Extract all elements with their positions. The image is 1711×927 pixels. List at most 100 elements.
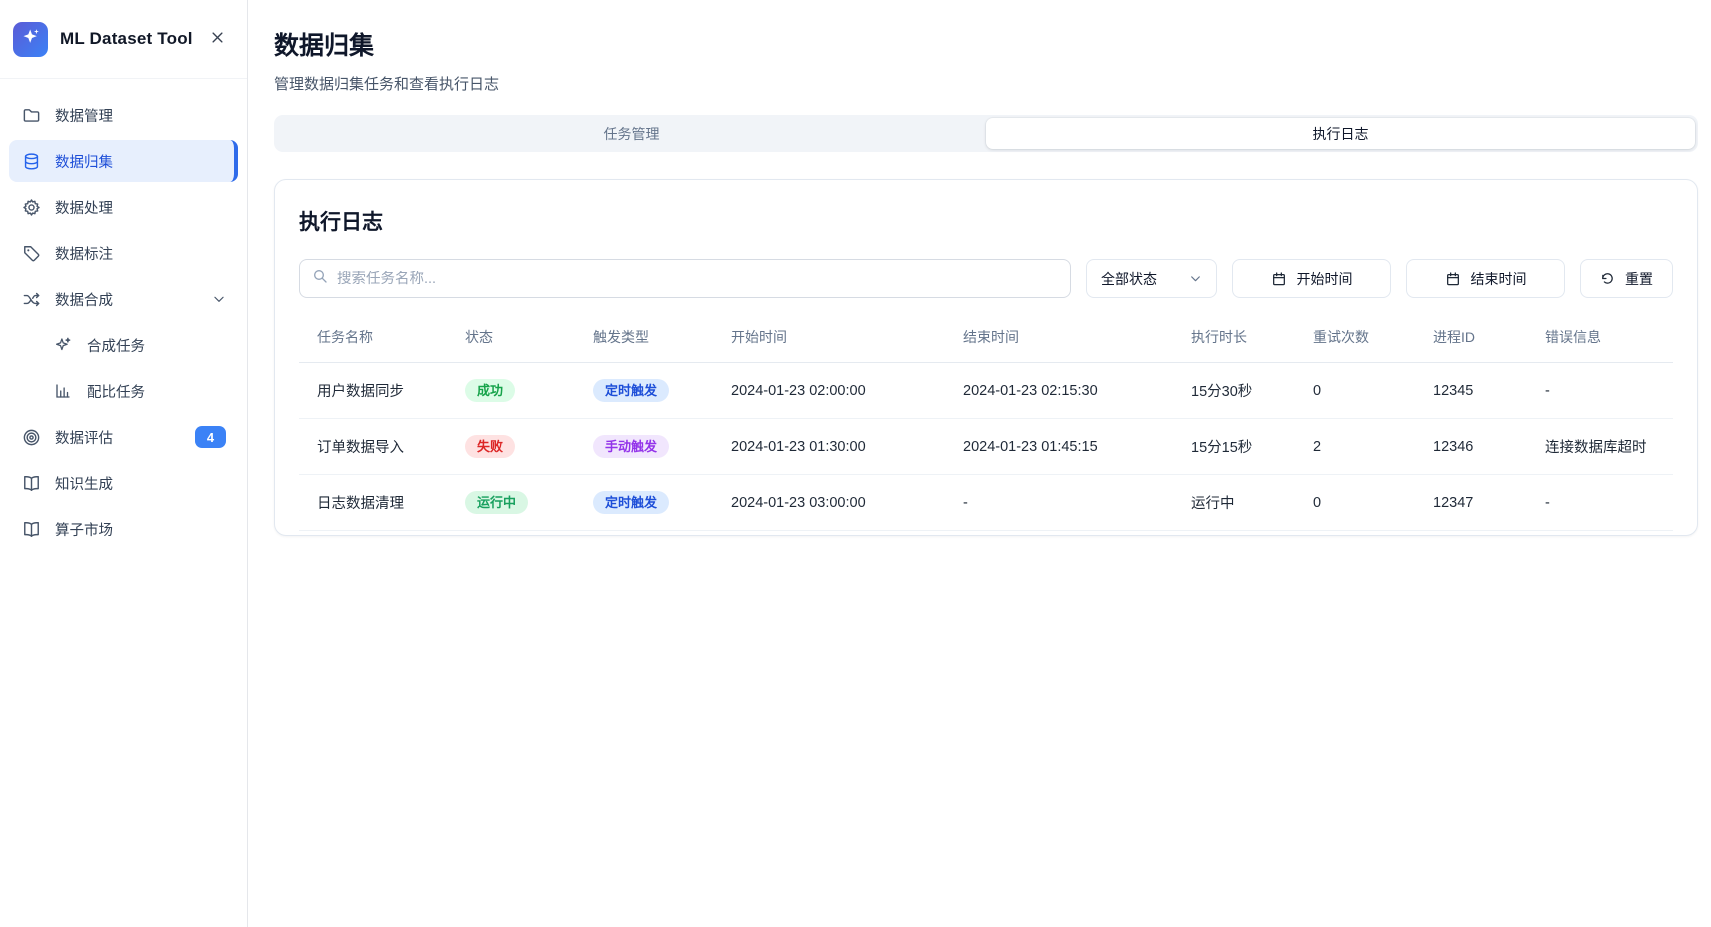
sidebar-item-data-synthesis[interactable]: 数据合成 — [9, 278, 238, 320]
task-name-cell: 用户数据同步 — [299, 363, 457, 419]
reset-button[interactable]: 重置 — [1580, 259, 1673, 298]
duration-cell: 运行中 — [1183, 475, 1305, 531]
status-filter-value: 全部状态 — [1101, 269, 1157, 289]
column-header-retries: 重试次数 — [1305, 319, 1425, 363]
folder-icon — [21, 105, 41, 125]
sidebar-item-knowledge-generation[interactable]: 知识生成 — [9, 462, 238, 504]
sidebar-item-label: 数据管理 — [55, 105, 226, 126]
sidebar-item-label: 配比任务 — [87, 381, 226, 402]
sidebar-item-label: 数据评估 — [55, 427, 195, 448]
main-content: 数据归集 管理数据归集任务和查看执行日志 任务管理 执行日志 执行日志 全部状态 — [248, 0, 1711, 927]
task-name-cell: 日志数据清理 — [299, 475, 457, 531]
status-badge: 运行中 — [465, 491, 528, 514]
filter-bar: 全部状态 开始时间 结束时间 — [299, 259, 1673, 298]
tab-bar: 任务管理 执行日志 — [274, 115, 1698, 152]
end-time-button[interactable]: 结束时间 — [1406, 259, 1565, 298]
column-header-duration: 执行时长 — [1183, 319, 1305, 363]
sidebar-item-data-annotation[interactable]: 数据标注 — [9, 232, 238, 274]
search-box — [299, 259, 1071, 298]
sidebar-header: ML Dataset Tool — [0, 0, 247, 79]
sidebar-item-data-evaluation[interactable]: 数据评估 4 — [9, 416, 238, 458]
error-message-cell: - — [1537, 475, 1673, 531]
sparkles-logo-icon — [21, 27, 41, 52]
start-time-cell: 2024-01-23 01:30:00 — [723, 419, 955, 475]
sidebar-item-label: 数据处理 — [55, 197, 226, 218]
sidebar: ML Dataset Tool 数据管理 数据归集 数据处理 — [0, 0, 248, 927]
reset-label: 重置 — [1625, 269, 1653, 289]
error-message-cell: - — [1537, 363, 1673, 419]
column-header-task-name: 任务名称 — [299, 319, 457, 363]
page-title: 数据归集 — [274, 26, 1698, 62]
column-header-end-time: 结束时间 — [955, 319, 1183, 363]
task-name-cell: 订单数据导入 — [299, 419, 457, 475]
sidebar-item-label: 数据标注 — [55, 243, 226, 264]
sidebar-item-ratio-tasks[interactable]: 配比任务 — [9, 370, 238, 412]
book-icon — [21, 519, 41, 539]
column-header-status: 状态 — [457, 319, 585, 363]
sidebar-item-label: 数据合成 — [55, 289, 212, 310]
column-header-error: 错误信息 — [1537, 319, 1673, 363]
app-logo — [13, 22, 48, 57]
pid-cell: 12346 — [1425, 419, 1537, 475]
search-input[interactable] — [337, 271, 1058, 287]
chevron-down-icon — [212, 292, 226, 306]
pid-cell: 12345 — [1425, 363, 1537, 419]
status-badge: 成功 — [465, 379, 515, 402]
start-time-cell: 2024-01-23 03:00:00 — [723, 475, 955, 531]
pid-cell: 12347 — [1425, 475, 1537, 531]
sidebar-item-label: 数据归集 — [55, 151, 222, 172]
sidebar-item-data-management[interactable]: 数据管理 — [9, 94, 238, 136]
table-row: 用户数据同步 成功 定时触发 2024-01-23 02:00:00 2024-… — [299, 363, 1673, 419]
target-icon — [21, 427, 41, 447]
end-time-cell: 2024-01-23 01:45:15 — [955, 419, 1183, 475]
database-icon — [21, 151, 41, 171]
sidebar-item-data-processing[interactable]: 数据处理 — [9, 186, 238, 228]
app-title: ML Dataset Tool — [60, 29, 205, 49]
column-header-pid: 进程ID — [1425, 319, 1537, 363]
retries-cell: 0 — [1305, 363, 1425, 419]
close-icon — [210, 30, 225, 48]
sidebar-item-label: 算子市场 — [55, 519, 226, 540]
trigger-type-badge: 手动触发 — [593, 435, 669, 458]
book-icon — [21, 473, 41, 493]
column-header-start-time: 开始时间 — [723, 319, 955, 363]
start-time-button[interactable]: 开始时间 — [1232, 259, 1391, 298]
end-time-cell: - — [955, 475, 1183, 531]
sparkles-icon — [53, 335, 73, 355]
start-time-cell: 2024-01-23 02:00:00 — [723, 363, 955, 419]
tab-execution-logs[interactable]: 执行日志 — [986, 118, 1695, 149]
start-time-label: 开始时间 — [1297, 269, 1353, 289]
page-subtitle: 管理数据归集任务和查看执行日志 — [274, 73, 1698, 94]
reset-icon — [1600, 271, 1615, 286]
evaluation-count-badge: 4 — [195, 426, 226, 448]
retries-cell: 2 — [1305, 419, 1425, 475]
end-time-cell: 2024-01-23 02:15:30 — [955, 363, 1183, 419]
bar-chart-icon — [53, 381, 73, 401]
duration-cell: 15分15秒 — [1183, 419, 1305, 475]
calendar-icon — [1445, 271, 1461, 287]
table-header-row: 任务名称 状态 触发类型 开始时间 结束时间 执行时长 重试次数 进程ID 错误… — [299, 319, 1673, 363]
shuffle-icon — [21, 289, 41, 309]
sidebar-nav: 数据管理 数据归集 数据处理 数据标注 数据合成 — [0, 79, 247, 927]
close-sidebar-button[interactable] — [205, 27, 229, 51]
trigger-type-badge: 定时触发 — [593, 379, 669, 402]
duration-cell: 15分30秒 — [1183, 363, 1305, 419]
table-row: 日志数据清理 运行中 定时触发 2024-01-23 03:00:00 - 运行… — [299, 475, 1673, 531]
table-row: 订单数据导入 失败 手动触发 2024-01-23 01:30:00 2024-… — [299, 419, 1673, 475]
status-filter-select[interactable]: 全部状态 — [1086, 259, 1217, 298]
gear-icon — [21, 197, 41, 217]
execution-logs-panel: 执行日志 全部状态 开始时间 — [274, 179, 1698, 536]
execution-logs-table: 任务名称 状态 触发类型 开始时间 结束时间 执行时长 重试次数 进程ID 错误… — [299, 319, 1673, 531]
search-icon — [312, 268, 328, 289]
status-badge: 失败 — [465, 435, 515, 458]
error-message-cell: 连接数据库超时 — [1537, 419, 1673, 475]
end-time-label: 结束时间 — [1471, 269, 1527, 289]
panel-title: 执行日志 — [299, 206, 1673, 236]
sidebar-item-operator-market[interactable]: 算子市场 — [9, 508, 238, 550]
sidebar-item-label: 合成任务 — [87, 335, 226, 356]
sidebar-item-data-collection[interactable]: 数据归集 — [9, 140, 238, 182]
calendar-icon — [1271, 271, 1287, 287]
sidebar-item-label: 知识生成 — [55, 473, 226, 494]
tab-task-management[interactable]: 任务管理 — [277, 118, 986, 149]
sidebar-item-synthesis-tasks[interactable]: 合成任务 — [9, 324, 238, 366]
